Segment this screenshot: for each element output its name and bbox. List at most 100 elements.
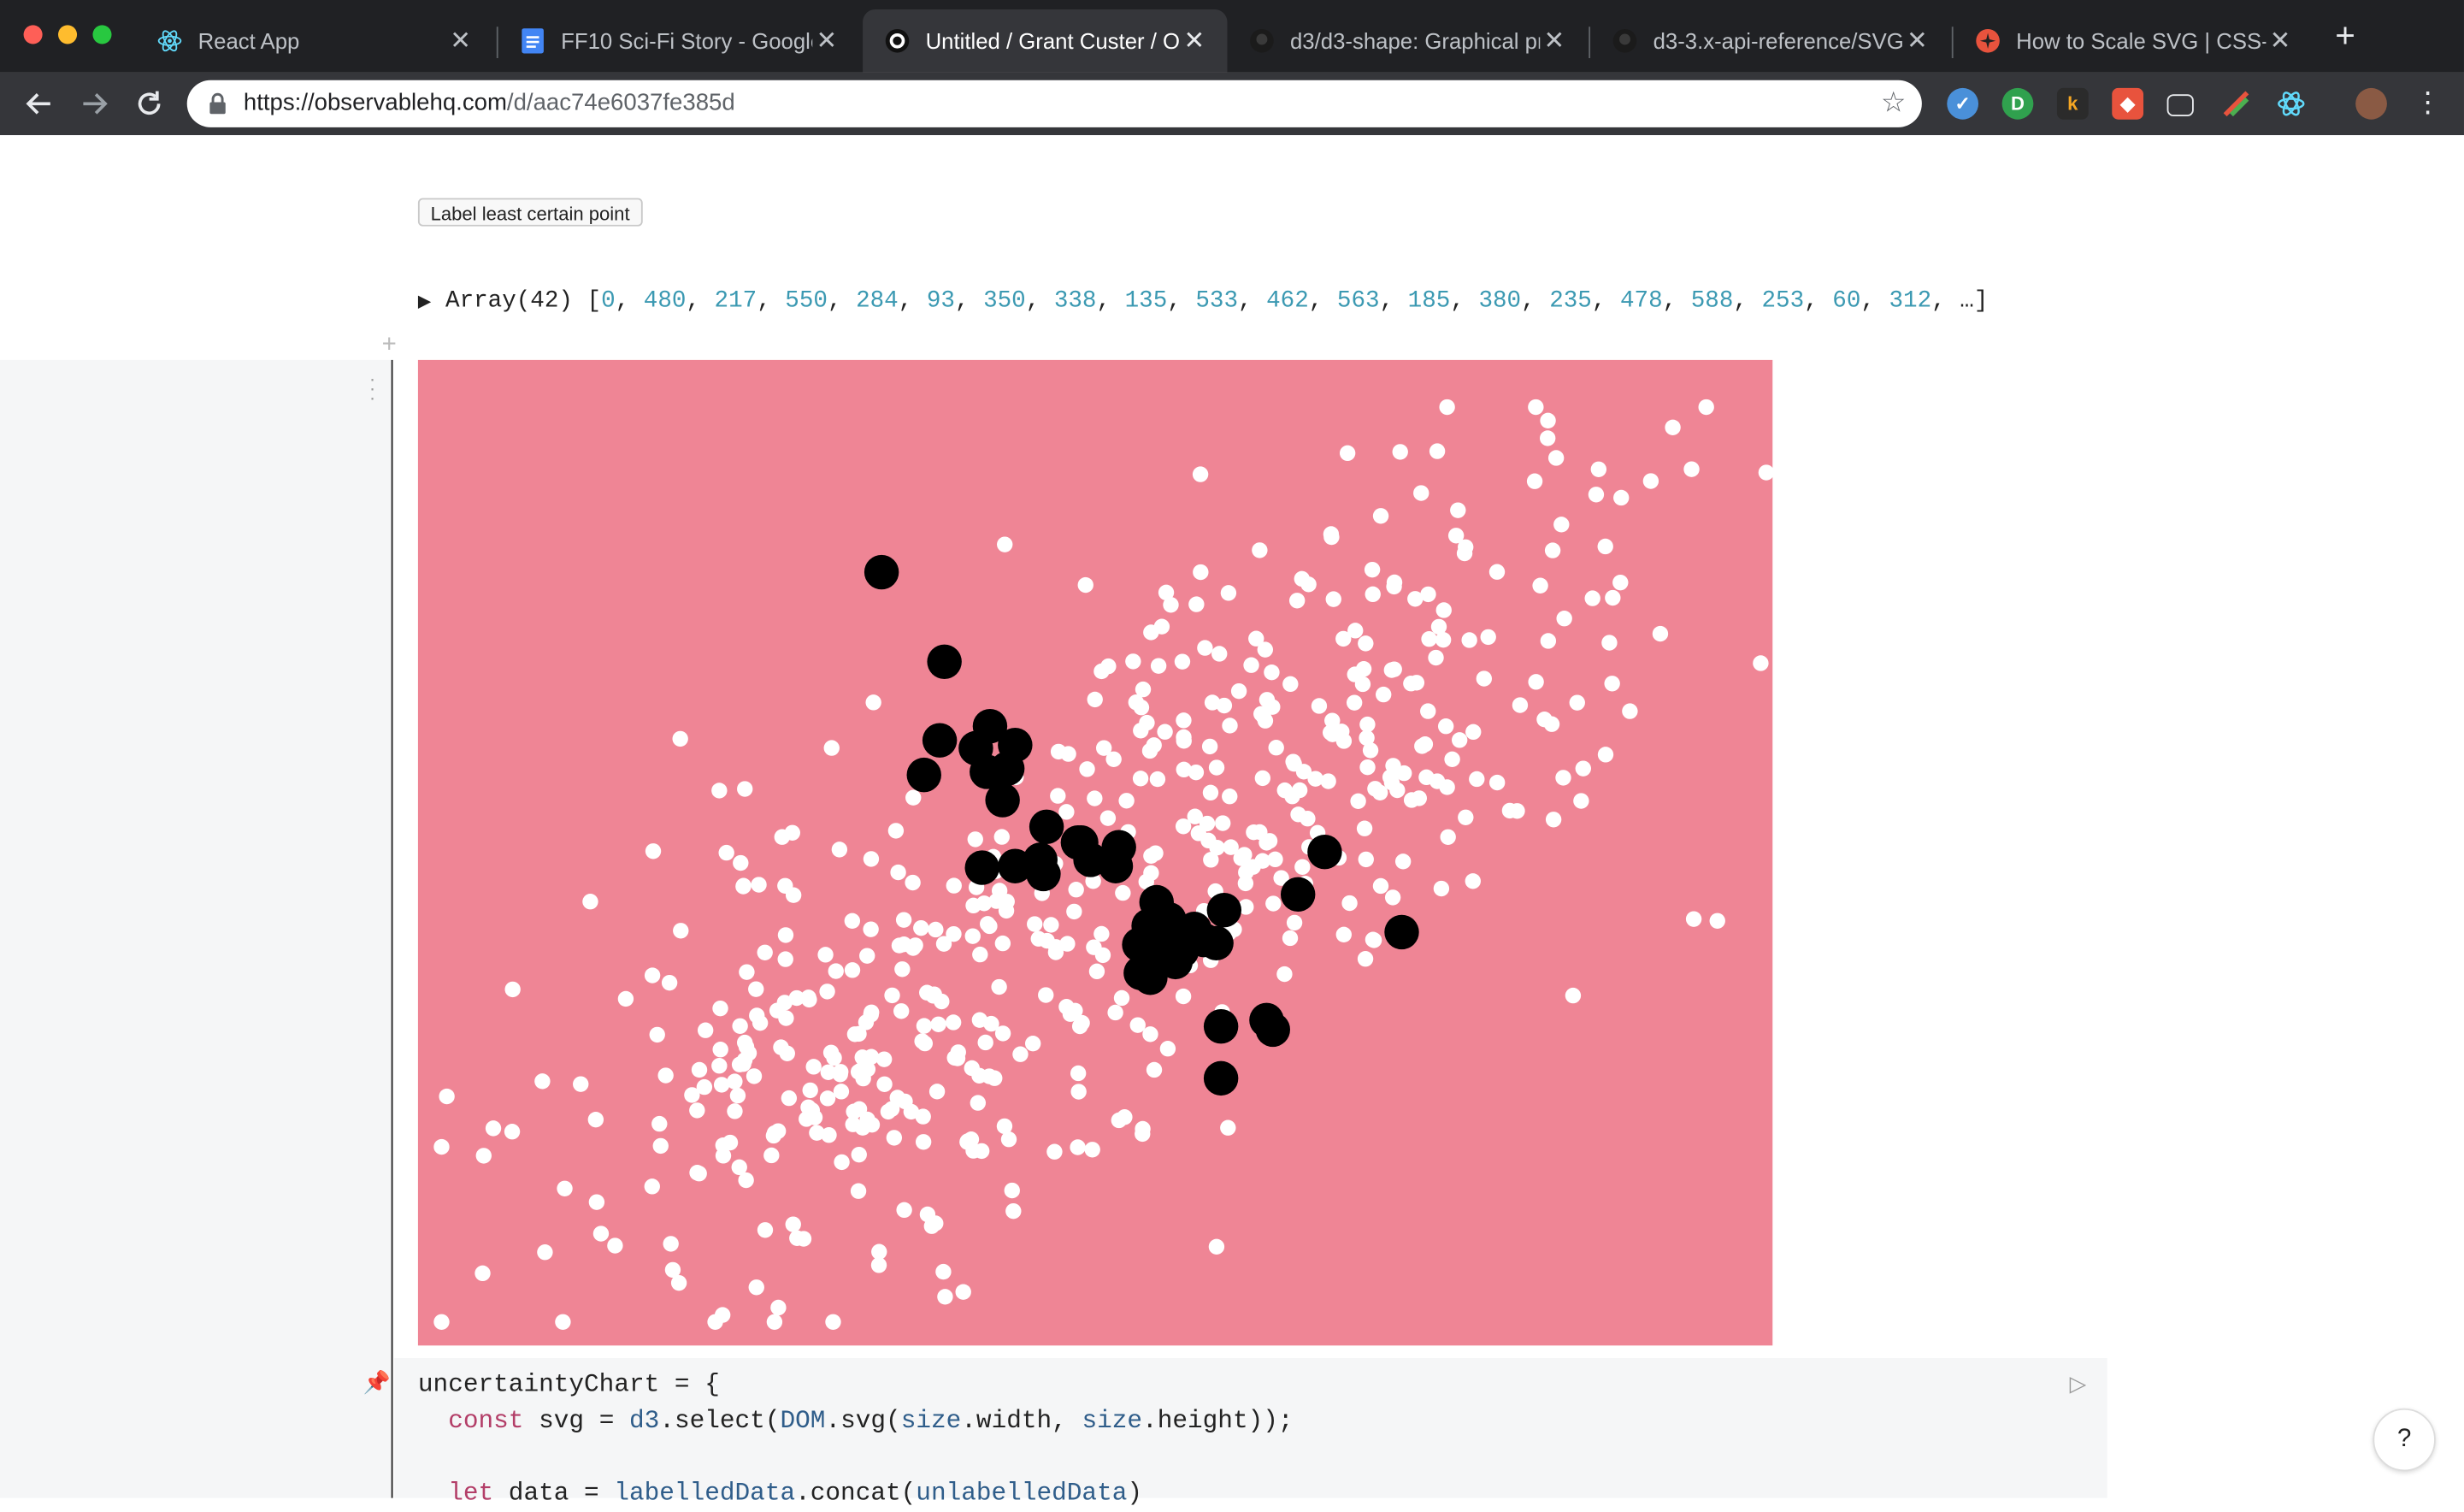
forward-button[interactable]	[75, 85, 113, 122]
tab-css-tricks[interactable]: How to Scale SVG | CSS-Tricks ✕	[1954, 9, 2314, 73]
unlabelled-point	[1068, 882, 1084, 898]
unlabelled-point	[1382, 769, 1399, 785]
run-cell-icon[interactable]: ▷	[2070, 1371, 2087, 1397]
array-value: 93	[926, 287, 955, 315]
array-output[interactable]: ▶ Array(42) [0, 480, 217, 550, 284, 93, …	[418, 287, 1989, 314]
unlabelled-point	[1665, 419, 1681, 435]
labelled-point	[1203, 1008, 1239, 1044]
code-text[interactable]: uncertaintyChart = { const svg = d3.sele…	[418, 1367, 1294, 1512]
unlabelled-point	[1268, 740, 1284, 756]
pin-icon[interactable]: 📌	[363, 1369, 391, 1396]
unlabelled-point	[977, 1034, 993, 1051]
unlabelled-point	[1125, 653, 1141, 670]
unlabelled-point	[1469, 771, 1485, 788]
tab-google-docs[interactable]: FF10 Sci-Fi Story - Google Docs ✕	[498, 9, 860, 73]
tab-react-app[interactable]: React App ✕	[135, 9, 493, 73]
react-icon	[157, 28, 182, 53]
unlabelled-point	[1143, 848, 1159, 865]
unlabelled-point	[930, 1016, 946, 1032]
address-bar[interactable]: https://observablehq.com/d/aac74e6037fe3…	[186, 80, 1922, 127]
unlabelled-point	[661, 974, 678, 991]
array-separator: ,	[686, 287, 715, 315]
add-cell-icon[interactable]: +	[382, 332, 397, 360]
unlabelled-point	[439, 1088, 455, 1105]
labelled-point	[989, 751, 1025, 786]
close-tab-icon[interactable]: ✕	[812, 25, 840, 56]
unlabelled-point	[1320, 773, 1336, 789]
unlabelled-point	[1605, 589, 1621, 606]
unlabelled-point	[1685, 911, 1702, 927]
unlabelled-point	[1133, 723, 1149, 739]
extension-icon[interactable]	[2166, 94, 2194, 117]
unlabelled-point	[645, 843, 662, 859]
unlabelled-point	[945, 1014, 962, 1031]
profile-avatar-icon[interactable]	[2355, 87, 2387, 120]
unlabelled-point	[1203, 852, 1219, 868]
unlabelled-point	[746, 1068, 763, 1084]
unlabelled-point	[691, 1061, 708, 1078]
unlabelled-point	[896, 1202, 912, 1219]
unlabelled-point	[1093, 663, 1110, 680]
close-tab-icon[interactable]: ✕	[1903, 25, 1931, 56]
extension-icon[interactable]: D	[2001, 87, 2034, 120]
unlabelled-point	[644, 1178, 660, 1195]
close-tab-icon[interactable]: ✕	[1180, 25, 1208, 56]
extension-icon[interactable]	[2220, 88, 2252, 120]
array-ellipsis: …	[1960, 287, 1974, 315]
help-button[interactable]: ?	[2373, 1408, 2436, 1472]
reload-button[interactable]	[131, 85, 168, 122]
react-devtools-icon[interactable]	[2275, 88, 2307, 120]
bookmark-star-icon[interactable]: ☆	[1881, 86, 1907, 120]
close-window-button[interactable]	[23, 25, 43, 44]
array-separator: ,	[1931, 287, 1960, 315]
new-tab-button[interactable]: +	[2335, 18, 2355, 53]
label-least-certain-point-button[interactable]: Label least certain point	[417, 198, 643, 227]
zoom-window-button[interactable]	[92, 25, 112, 44]
tab-observable[interactable]: Untitled / Grant Custer / Observable ✕	[863, 9, 1228, 73]
tab-title: Untitled / Grant Custer / Observable	[925, 28, 1181, 54]
unlabelled-point	[1093, 925, 1110, 942]
back-button[interactable]	[21, 85, 58, 122]
unlabelled-point	[1222, 788, 1238, 805]
unlabelled-point	[946, 925, 962, 942]
expand-triangle-icon[interactable]: ▶	[418, 294, 432, 313]
unlabelled-point	[1066, 903, 1082, 920]
code-editor-cell[interactable]: uncertaintyChart = { const svg = d3.sele…	[394, 1358, 2107, 1508]
tab-github-d3-api[interactable]: d3-3.x-api-reference/SVG ✕	[1590, 9, 1950, 73]
unlabelled-point	[672, 730, 688, 747]
close-tab-icon[interactable]: ✕	[2266, 25, 2294, 56]
lock-icon	[209, 92, 226, 122]
extension-k-icon[interactable]: k	[2056, 87, 2089, 120]
unlabelled-point	[1753, 655, 1769, 671]
extension-icon[interactable]: ✓	[1947, 87, 1979, 120]
close-tab-icon[interactable]: ✕	[446, 25, 475, 56]
tab-title: How to Scale SVG | CSS-Tricks	[2016, 28, 2266, 54]
tab-github-d3-shape[interactable]: d3/d3-shape: Graphical primitives ✕	[1227, 9, 1587, 73]
labelled-point	[964, 850, 999, 885]
unlabelled-point	[1176, 733, 1192, 749]
extension-icon[interactable]: ◆	[2112, 87, 2144, 120]
unlabelled-point	[1311, 698, 1328, 714]
tab-title: d3-3.x-api-reference/SVG	[1653, 28, 1903, 54]
unlabelled-point	[997, 536, 1013, 552]
notebook-page: Label least certain point ▶ Array(42) [0…	[0, 135, 2464, 1508]
cell-menu-icon[interactable]: · · ·	[369, 369, 375, 407]
unlabelled-point	[475, 1148, 492, 1164]
unlabelled-point	[1107, 1004, 1123, 1021]
minimize-window-button[interactable]	[58, 25, 78, 44]
labelled-point	[1029, 809, 1064, 845]
unlabelled-point	[1365, 586, 1381, 603]
unlabelled-point	[805, 1059, 822, 1075]
unlabelled-point	[670, 1274, 687, 1291]
unlabelled-point	[1501, 802, 1518, 819]
unlabelled-point	[819, 1090, 836, 1107]
close-tab-icon[interactable]: ✕	[1540, 25, 1568, 56]
unlabelled-point	[1046, 1143, 1063, 1160]
unlabelled-point	[809, 1125, 825, 1141]
code-token: .height));	[1142, 1407, 1294, 1436]
unlabelled-point	[973, 1143, 990, 1160]
unlabelled-point	[1043, 917, 1059, 933]
unlabelled-point	[935, 1263, 952, 1280]
unlabelled-point	[1512, 697, 1529, 713]
browser-menu-button[interactable]: ⋮	[2414, 86, 2442, 118]
